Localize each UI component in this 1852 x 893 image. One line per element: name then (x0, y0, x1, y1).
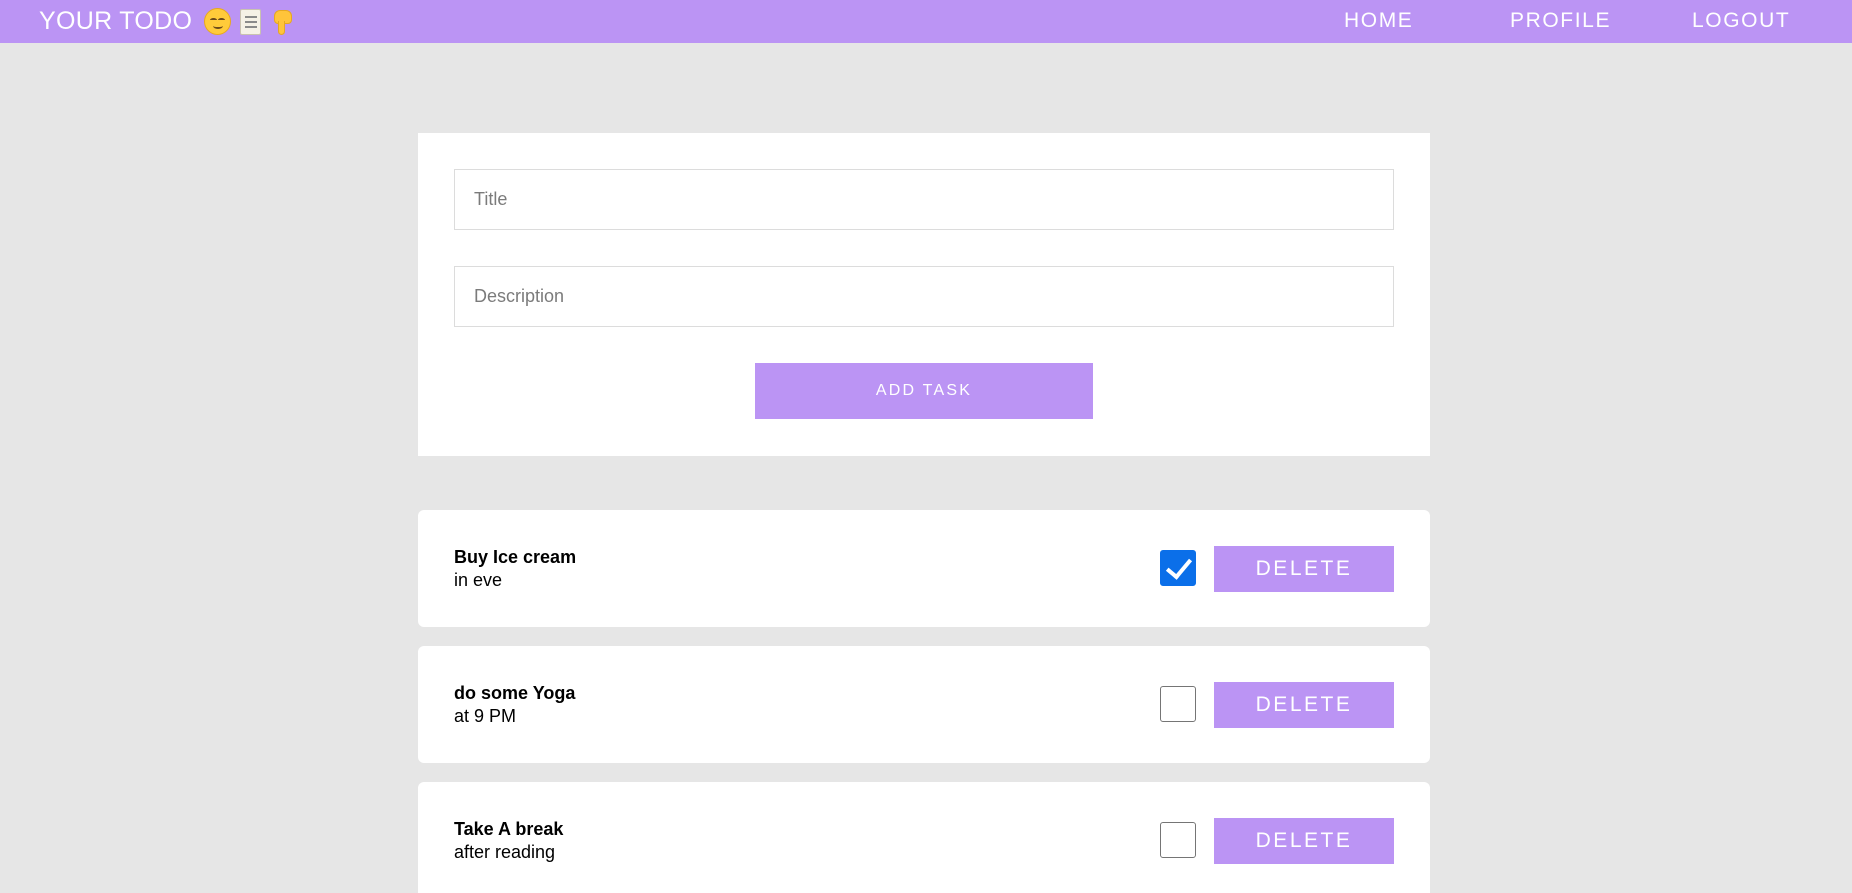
delete-button[interactable]: DELETE (1214, 682, 1394, 728)
task-item: Take A break after reading DELETE (418, 782, 1430, 893)
delete-button[interactable]: DELETE (1214, 818, 1394, 864)
task-item: do some Yoga at 9 PM DELETE (418, 646, 1430, 763)
add-task-button[interactable]: ADD TASK (755, 363, 1093, 419)
task-description: in eve (454, 570, 503, 590)
task-description: after reading (454, 842, 556, 862)
task-item: Buy Ice cream in eve DELETE (418, 510, 1430, 627)
description-input[interactable] (454, 266, 1394, 327)
task-title: Take A break (454, 819, 564, 839)
brand[interactable]: YOUR TODO (39, 0, 294, 43)
task-description: at 9 PM (454, 706, 517, 726)
nav-link-logout[interactable]: LOGOUT (1692, 0, 1790, 43)
task-complete-checkbox[interactable] (1160, 822, 1196, 858)
task-complete-checkbox[interactable] (1160, 686, 1196, 722)
nav-link-home[interactable]: HOME (1344, 0, 1413, 43)
pointing-down-hand-icon (270, 8, 294, 35)
navbar: YOUR TODO HOME PROFILE LOGOUT (0, 0, 1852, 43)
memo-icon (240, 8, 262, 35)
task-title: Buy Ice cream (454, 547, 577, 567)
brand-title: YOUR TODO (39, 7, 193, 35)
nav-link-profile[interactable]: PROFILE (1510, 0, 1611, 43)
brand-emojis (204, 8, 294, 35)
smiling-face-icon (204, 8, 232, 35)
title-input[interactable] (454, 169, 1394, 230)
task-title: do some Yoga (454, 683, 576, 703)
add-task-form: ADD TASK (418, 133, 1430, 456)
delete-button[interactable]: DELETE (1214, 546, 1394, 592)
task-complete-checkbox[interactable] (1160, 550, 1196, 586)
